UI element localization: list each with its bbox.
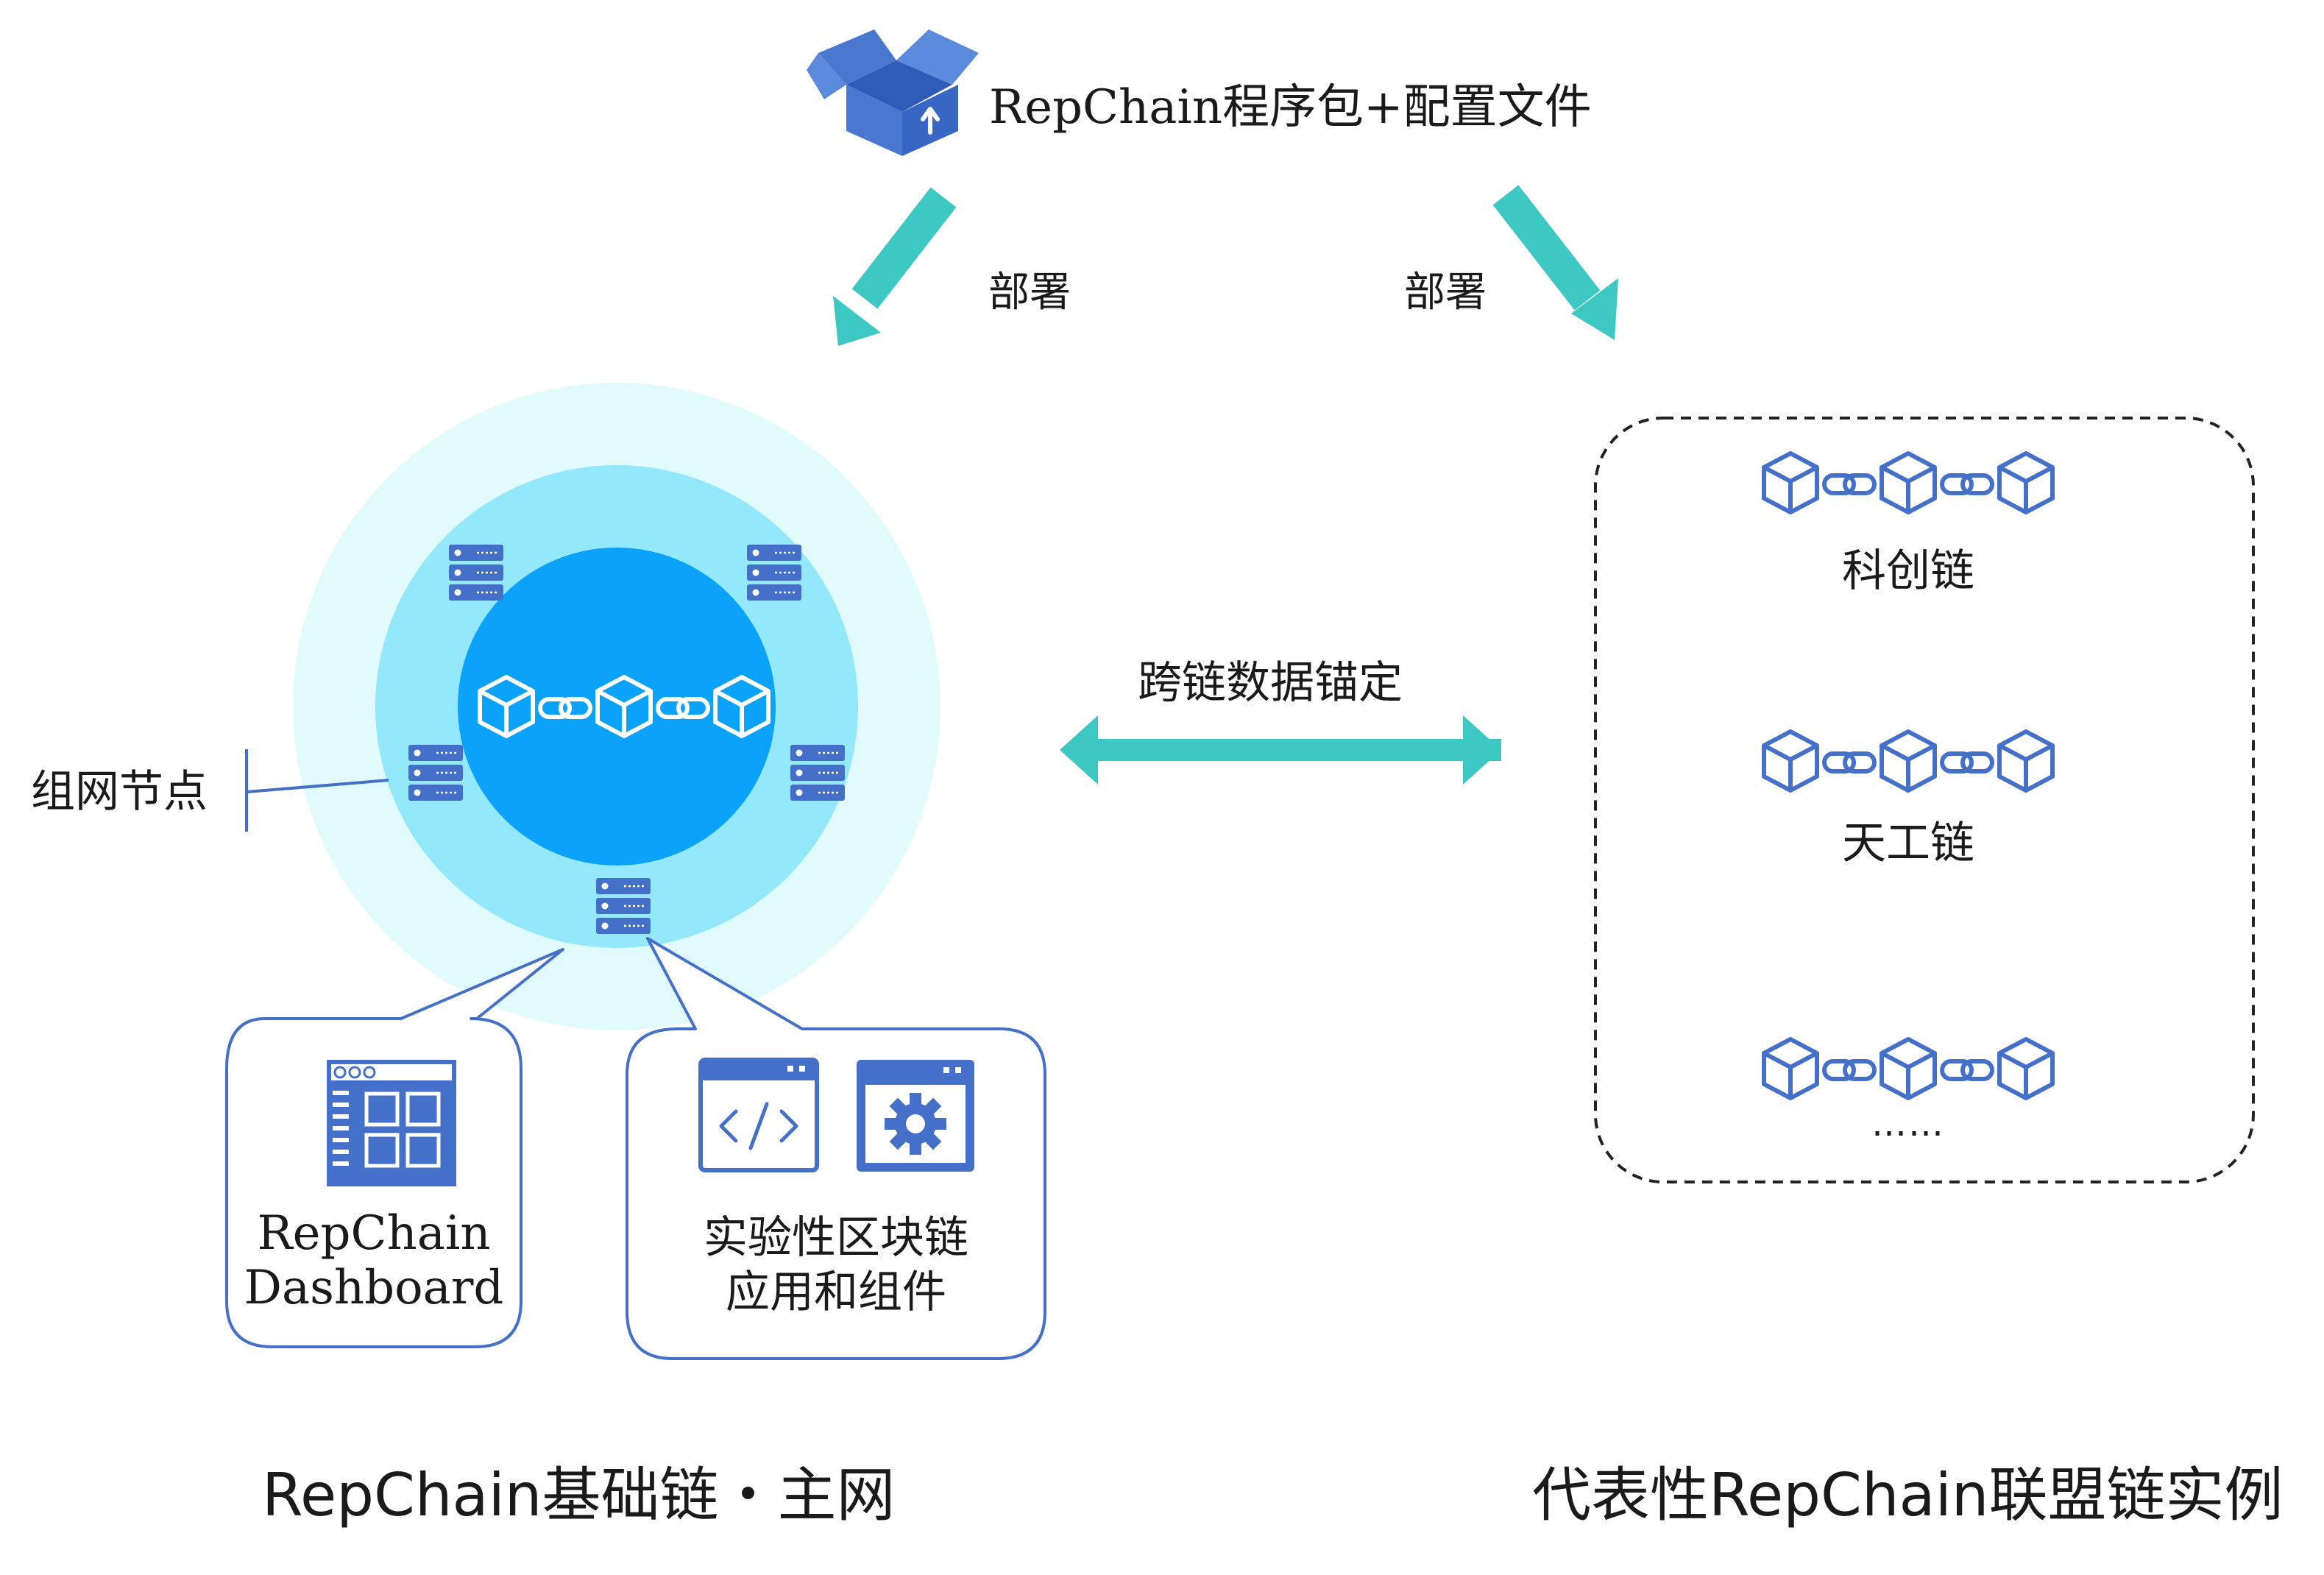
server-node-icon bbox=[447, 543, 505, 602]
server-node-icon bbox=[407, 743, 464, 802]
deploy-label-right: 部署 bbox=[1404, 269, 1487, 316]
consortium-chain-icon bbox=[1764, 1039, 2052, 1098]
settings-window-icon bbox=[857, 1060, 974, 1172]
server-node-icon bbox=[595, 877, 652, 935]
apps-label-line1: 实验性区块链 bbox=[704, 1212, 968, 1264]
dashboard-window-icon bbox=[327, 1060, 456, 1186]
architecture-diagram: RepChain程序包+配置文件 部署 部署 组网节点 跨链数据锚定 RepCh… bbox=[0, 0, 2324, 1575]
caption-mainnet: RepChain基础链・主网 bbox=[262, 1461, 896, 1529]
deploy-label-left: 部署 bbox=[988, 269, 1071, 316]
deploy-arrow-right bbox=[1492, 185, 1601, 311]
apps-label-line2: 应用和组件 bbox=[726, 1267, 946, 1318]
server-node-icon bbox=[789, 743, 846, 802]
chain-label-kechuang: 科创链 bbox=[1842, 545, 1974, 597]
chain-label-more: …… bbox=[1871, 1103, 1945, 1144]
server-node-icon bbox=[745, 543, 803, 602]
deploy-arrow-left bbox=[851, 187, 957, 309]
consortium-chain-icon bbox=[1764, 453, 2052, 512]
cross-chain-arrow bbox=[1060, 715, 1501, 785]
consortium-box bbox=[1594, 417, 2255, 1183]
caption-consortium: 代表性RepChain联盟链实例 bbox=[1532, 1461, 2284, 1529]
dashboard-label-line2: Dashboard bbox=[244, 1261, 504, 1315]
dashboard-label-line1: RepChain bbox=[257, 1206, 491, 1261]
node-label: 组网节点 bbox=[31, 766, 208, 818]
cross-chain-label: 跨链数据锚定 bbox=[1138, 657, 1403, 709]
chain-label-tiangong: 天工链 bbox=[1842, 818, 1974, 869]
package-box-icon bbox=[807, 29, 979, 156]
consortium-chain-icon bbox=[1764, 732, 2052, 790]
package-label: RepChain程序包+配置文件 bbox=[989, 80, 1592, 135]
